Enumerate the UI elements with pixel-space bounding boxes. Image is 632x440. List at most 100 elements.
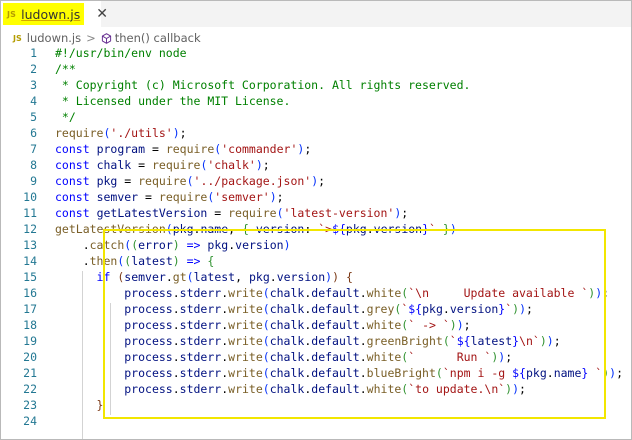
code-line[interactable]: 20 process.stderr.write(chalk.default.wh… [1,349,631,365]
code-token: pkg [345,222,367,236]
code-token: `to update.\n` [408,382,506,396]
code-token: const [55,142,90,156]
code-line[interactable]: 6 require('./utils'); [1,125,631,141]
code-token: . [269,270,277,284]
code-token: chalk [96,158,132,172]
code-token: . [359,350,367,364]
code-token: chalk [269,382,305,396]
code-token: . [366,222,374,236]
code-token: getLatestVersion [55,222,166,236]
code-line[interactable]: 4 * Licensed under the MIT License. [1,93,631,109]
code-line[interactable]: 18 process.stderr.write(chalk.default.wh… [1,317,631,333]
code-token: chalk [269,318,305,332]
code-token: stderr [179,286,222,300]
code-token: . [172,286,180,300]
code-token: ) [546,334,554,348]
code-token: => [186,238,201,252]
line-number: 4 [30,94,37,108]
code-token: ` [429,222,436,236]
line-number: 3 [30,78,37,92]
code-token: ; [463,318,471,332]
code-token: . [172,366,180,380]
code-token: . [359,366,367,380]
code-line[interactable]: 7 const program = require('commander'); [1,141,631,157]
code-token: ( [165,222,173,236]
code-token: { [242,222,249,236]
tab-filename[interactable]: ludown.js [21,7,80,22]
code-line[interactable]: 1 #!/usr/bin/env node [1,45,631,61]
code-token: { [207,254,215,268]
code-text: /** [37,61,76,77]
code-line[interactable]: 8 const chalk = require('chalk'); [1,157,631,173]
code-token: } [96,398,104,412]
code-token: ( [262,366,270,380]
code-token: = [145,142,166,156]
code-token: . [172,350,180,364]
code-token: process [124,286,173,300]
line-number: 14 [23,254,37,268]
code-token: default [311,350,360,364]
breadcrumb-separator: > [86,31,96,45]
code-token: . [359,334,367,348]
code-line[interactable]: 14 .then((latest) => { [1,253,631,269]
code-token: const [55,190,90,204]
code-token: white [366,286,402,300]
code-token: ) [456,318,464,332]
code-line[interactable]: 24 [1,413,631,429]
code-token: require [138,174,187,188]
editor-tab[interactable]: JS ludown.js ✕ [1,1,108,27]
code-token: } [442,222,450,236]
breadcrumb-file[interactable]: ludown.js [27,31,81,45]
code-token: catch [89,238,125,252]
code-token: 'latest-version' [283,206,395,220]
code-line[interactable]: 16 process.stderr.write(chalk.default.wh… [1,285,631,301]
code-token: = [131,158,152,172]
code-token: */ [55,110,76,124]
code-text: require('./utils'); [37,125,187,141]
code-token: default [311,302,360,316]
code-token: = [138,190,159,204]
code-token: => [186,254,201,268]
indent-guide [82,271,83,439]
code-line[interactable]: 11 const getLatestVersion = require('late… [1,205,631,221]
close-icon[interactable]: ✕ [96,7,108,21]
code-token: ; [401,206,409,220]
code-token: write [228,286,263,300]
code-token: ) [172,126,180,140]
javascript-file-icon: JS [7,9,17,19]
code-token: . [359,286,367,300]
code-line[interactable]: 17 process.stderr.write(chalk.default.gr… [1,301,631,317]
code-token: * Licensed under the MIT License. [55,94,291,108]
code-line[interactable]: 21 process.stderr.write(chalk.default.bl… [1,365,631,381]
code-token: . [359,318,367,332]
code-token: . [165,270,173,284]
line-number: 1 [30,46,37,60]
code-token: const [55,206,90,220]
code-text: if (semver.gt(latest, pkg.version)) { [37,269,353,285]
code-line[interactable]: 15 if (semver.gt(latest, pkg.version)) { [1,269,631,285]
code-token: ) [269,190,277,204]
code-line[interactable]: 12 getLatestVersion(pkg.name, { version: … [1,221,631,237]
code-token: . [172,382,180,396]
code-line[interactable]: 3 * Copyright (c) Microsoft Corporation.… [1,77,631,93]
code-editor[interactable]: 1 #!/usr/bin/env node 2/** 3 * Copyright (c… [1,45,631,439]
code-line[interactable]: 19 process.stderr.write(chalk.default.gr… [1,333,631,349]
code-token: chalk [269,350,305,364]
code-token: error [138,238,173,252]
code-token: . [442,302,450,316]
code-token: ; [276,190,284,204]
breadcrumb-symbol[interactable]: then() callback [115,31,201,45]
code-token: write [228,366,263,380]
code-line[interactable]: 13 .catch((error) => pkg.version) [1,237,631,253]
code-line[interactable]: 22 process.stderr.write(chalk.default.wh… [1,381,631,397]
code-token: ; [318,174,326,188]
code-line[interactable]: 5 */ [1,109,631,125]
line-number: 10 [23,190,37,204]
code-line[interactable]: 9 const pkg = require('../package.json'); [1,173,631,189]
code-line[interactable]: 2 /** [1,61,631,77]
code-text: const chalk = require('chalk'); [37,157,270,173]
code-line[interactable]: 10 const semver = require('semver'); [1,189,631,205]
code-line[interactable]: 23 } [1,397,631,413]
